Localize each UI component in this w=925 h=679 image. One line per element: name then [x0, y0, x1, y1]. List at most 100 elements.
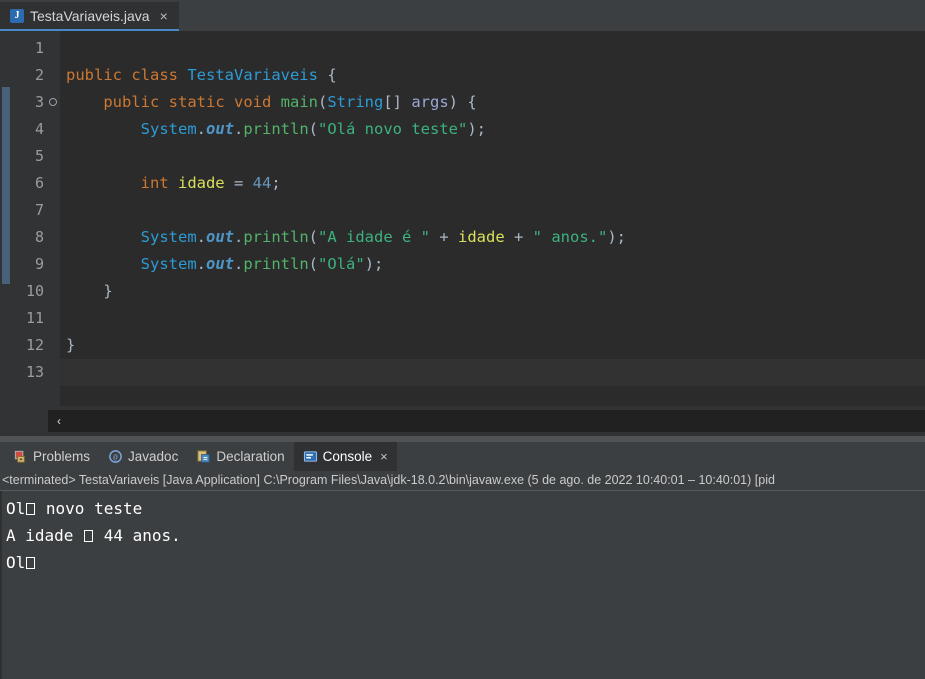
code-token: =: [233, 174, 253, 192]
code-token: .: [196, 228, 206, 246]
editor-tab-testavariaveis[interactable]: J TestaVariaveis.java ×: [0, 2, 179, 31]
scroll-left-arrow-icon[interactable]: ‹: [48, 410, 70, 432]
code-token: args: [411, 93, 449, 111]
gutter-spacer: [48, 31, 60, 406]
code-token: ) {: [448, 93, 477, 111]
code-token: (: [308, 228, 319, 246]
code-token: []: [383, 93, 412, 111]
code-editor[interactable]: 1 2 3 4 5 6 7 8 9 10 11 12 13 public class TestaVari…: [0, 31, 925, 406]
line-number-8: 8: [34, 228, 44, 246]
bottom-panel-tab-bar: Problems @ Javadoc Declaration Console ×: [0, 442, 925, 471]
code-line-9: System.out.println("Olá");: [60, 251, 925, 278]
line-number-7: 7: [34, 201, 44, 219]
console-output-line: A idade 44 anos.: [6, 526, 181, 545]
code-token: );: [607, 228, 626, 246]
line-number-12: 12: [25, 336, 44, 354]
line-number-11: 11: [25, 309, 44, 327]
console-output-line: Ol: [6, 549, 925, 576]
line-number-2: 2: [34, 66, 44, 84]
code-token: +: [430, 228, 458, 246]
close-icon[interactable]: ×: [158, 9, 170, 23]
editor-horizontal-scrollbar-area: ‹: [0, 406, 925, 436]
line-number-13: 13: [25, 363, 44, 381]
code-token: }: [66, 282, 113, 300]
console-status-line: <terminated> TestaVariaveis [Java Applic…: [0, 471, 925, 491]
console-output[interactable]: Ol novo teste A idade 44 anos. Ol: [0, 491, 925, 679]
code-token: println: [243, 228, 309, 246]
code-token: System: [140, 255, 197, 273]
code-token: System: [140, 120, 197, 138]
bottom-tab-label: Declaration: [216, 448, 285, 464]
horizontal-scrollbar[interactable]: ‹: [48, 410, 925, 432]
code-token: ;: [271, 174, 281, 192]
code-token: public: [103, 93, 169, 111]
line-number-5: 5: [34, 147, 44, 165]
code-token: " anos.": [532, 228, 608, 246]
code-token: "Olá novo teste": [318, 120, 468, 138]
scrollbar-left-spacer: [0, 406, 48, 436]
method-override-marker-icon[interactable]: [49, 98, 57, 106]
console-icon: [303, 449, 318, 464]
code-token: );: [467, 120, 486, 138]
code-text-area[interactable]: public class TestaVariaveis { public sta…: [60, 31, 925, 406]
code-token: .: [196, 120, 206, 138]
code-token: String: [327, 93, 384, 111]
svg-text:@: @: [113, 454, 118, 462]
line-number-4: 4: [34, 120, 44, 138]
code-token: public: [66, 66, 132, 84]
code-token: );: [364, 255, 384, 273]
line-number-10: 10: [25, 282, 44, 300]
javadoc-icon: @: [108, 449, 123, 464]
code-token: .: [234, 120, 244, 138]
code-token: void: [233, 93, 281, 111]
code-token: println: [243, 255, 309, 273]
bottom-tab-console[interactable]: Console ×: [293, 442, 397, 471]
line-number-gutter: 1 2 3 4 5 6 7 8 9 10 11 12 13: [10, 31, 57, 406]
code-token: static: [168, 93, 234, 111]
code-token: TestaVariaveis: [187, 66, 318, 84]
missing-glyph-box: [26, 557, 36, 569]
bottom-panel: Problems @ Javadoc Declaration Console × <ter…: [0, 442, 925, 679]
editor-change-gutter: [0, 31, 10, 406]
missing-glyph-box: [84, 530, 94, 542]
bottom-tab-problems[interactable]: Problems: [4, 442, 99, 471]
missing-glyph-box: [26, 503, 36, 515]
code-token: main: [280, 93, 318, 111]
code-token: +: [504, 228, 533, 246]
code-token: idade: [177, 174, 234, 192]
code-token: (: [308, 255, 319, 273]
java-file-icon: J: [10, 8, 24, 23]
changed-lines-indicator: [2, 87, 10, 284]
code-line-4: System.out.println("Olá novo teste");: [60, 116, 925, 143]
declaration-icon: [196, 449, 211, 464]
editor-tab-bar: J TestaVariaveis.java ×: [0, 0, 925, 31]
code-token: out: [206, 255, 234, 273]
code-token: "Olá": [318, 255, 365, 273]
code-token: idade: [458, 228, 505, 246]
code-token: .: [196, 255, 206, 273]
close-icon[interactable]: ×: [380, 450, 388, 463]
bottom-tab-label: Console: [322, 448, 373, 464]
code-line-2: public class TestaVariaveis {: [60, 62, 925, 89]
code-token: 44: [252, 174, 272, 192]
problems-icon: [13, 449, 28, 464]
code-token: System: [140, 228, 197, 246]
line-number-9: 9: [34, 255, 44, 273]
bottom-tab-javadoc[interactable]: @ Javadoc: [99, 442, 187, 471]
bottom-tab-label: Javadoc: [128, 448, 179, 464]
code-token: out: [206, 228, 234, 246]
code-line-13: [60, 359, 925, 386]
code-token: println: [243, 120, 309, 138]
line-number-1: 1: [34, 39, 44, 57]
bottom-tab-declaration[interactable]: Declaration: [187, 442, 293, 471]
code-line-6: int idade = 44;: [60, 170, 925, 197]
code-token: out: [206, 120, 234, 138]
bottom-tab-label: Problems: [33, 448, 91, 464]
